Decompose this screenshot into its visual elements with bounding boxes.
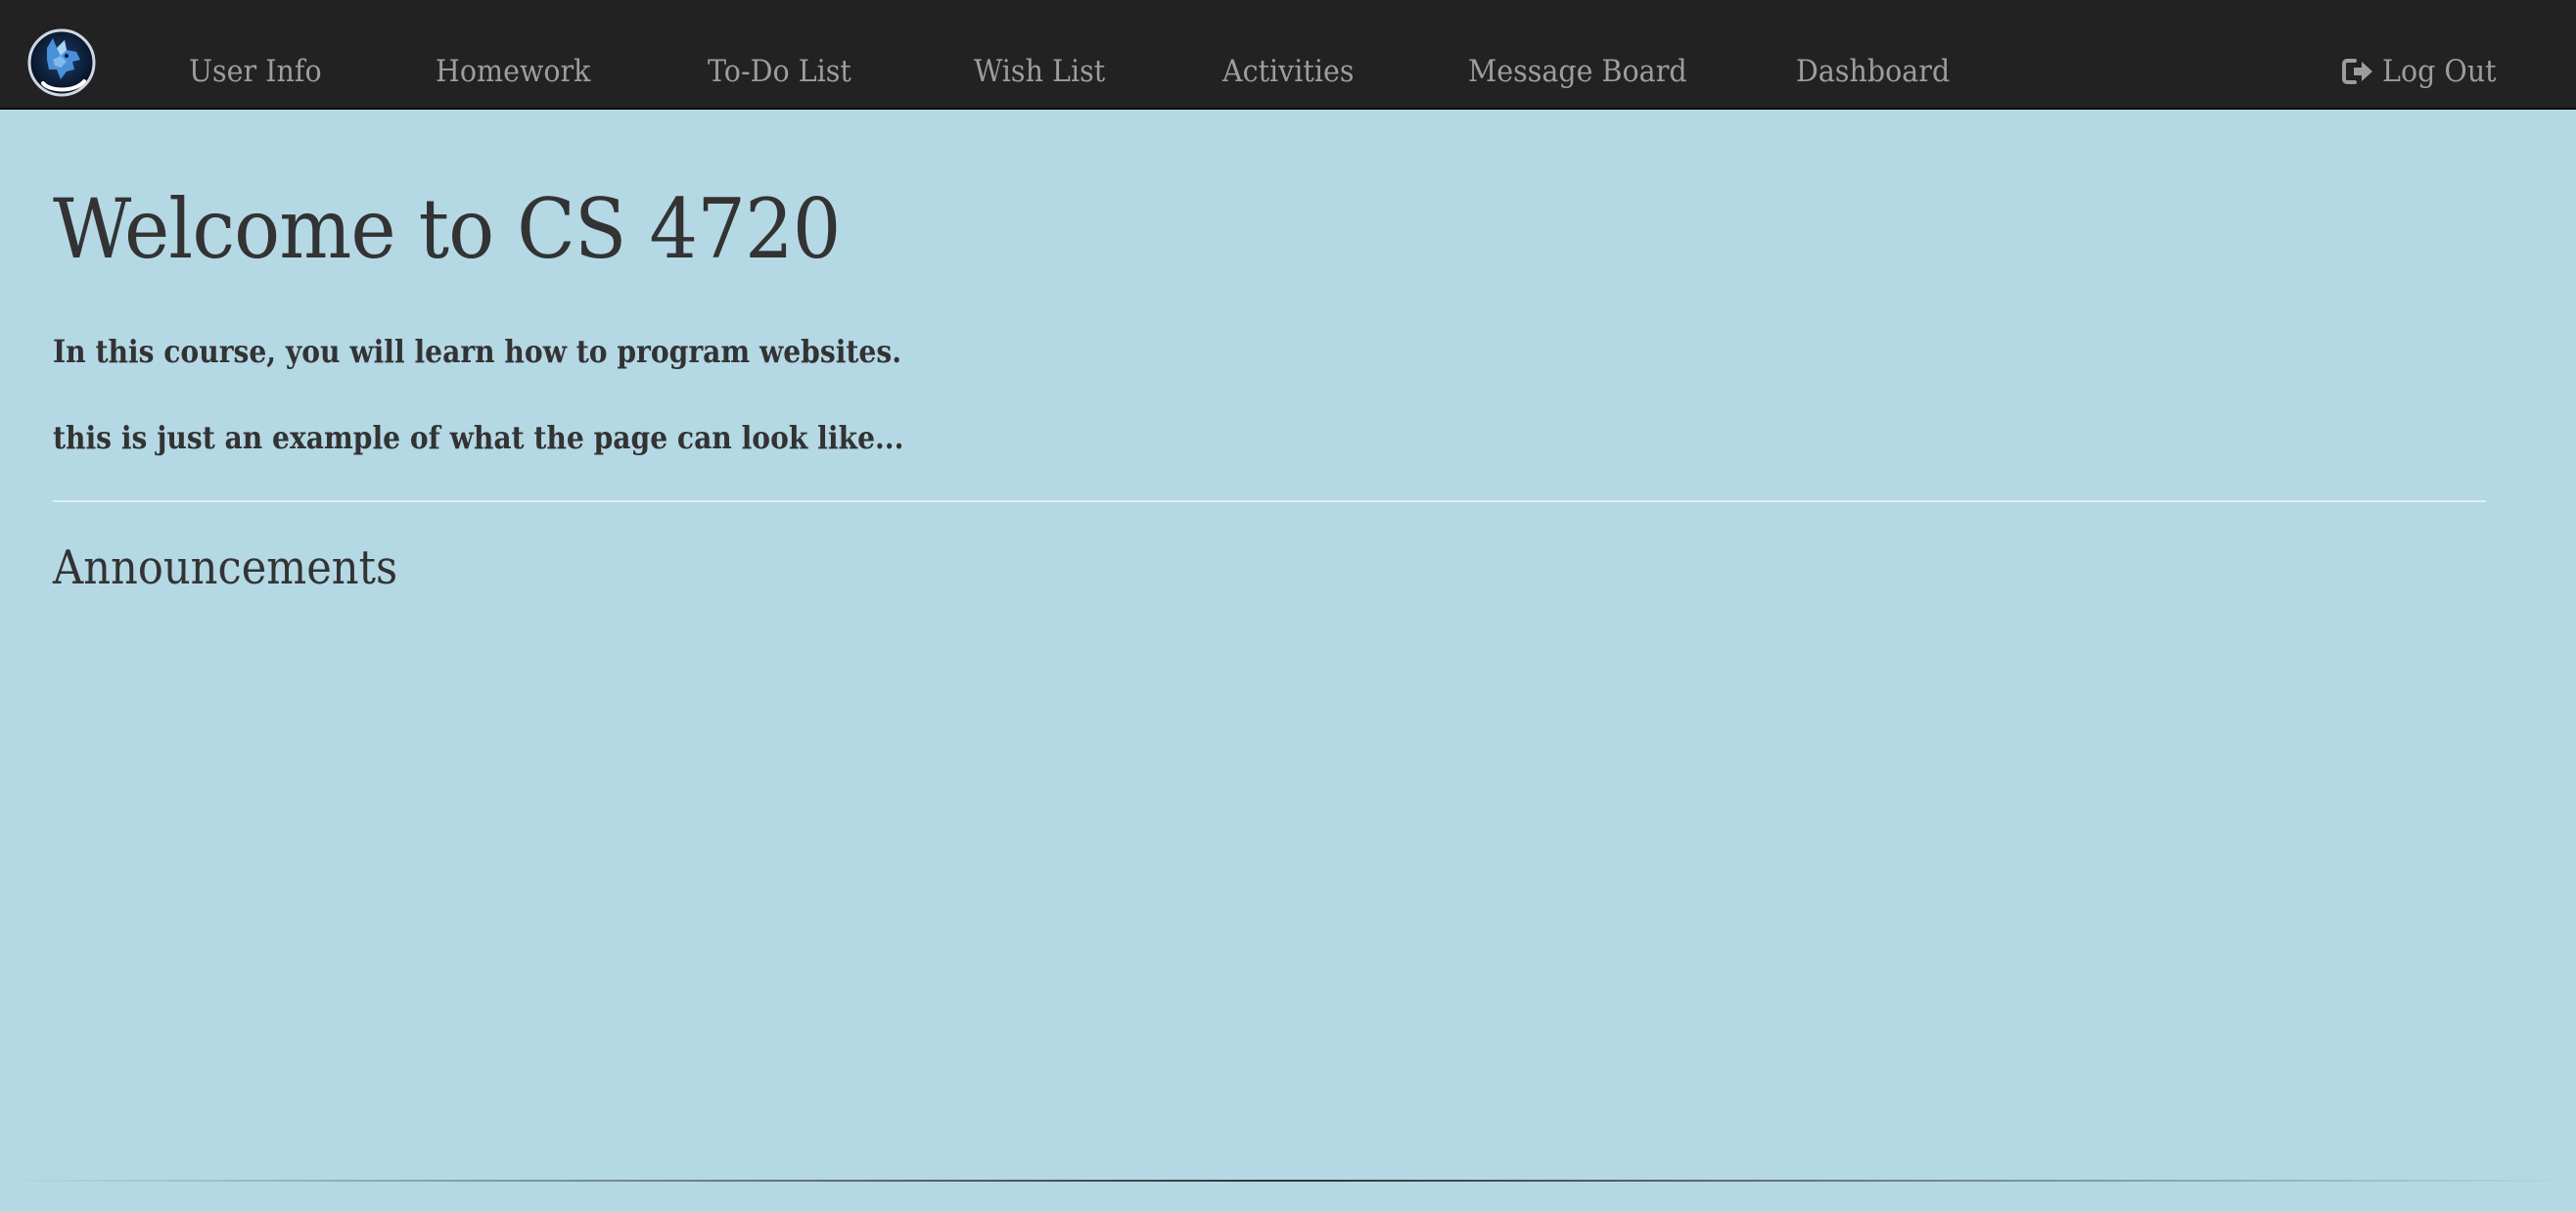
footer-divider — [0, 1180, 2576, 1182]
nav-item-message-board[interactable]: Message Board — [1468, 0, 1687, 110]
nav-item-wish-list[interactable]: Wish List — [974, 0, 1105, 110]
nav-item-activities[interactable]: Activities — [1222, 0, 1354, 110]
nav-item-dashboard[interactable]: Dashboard — [1796, 0, 1950, 110]
intro-text-example: this is just an example of what the page… — [53, 419, 904, 456]
top-navbar: User Info Homework To-Do List Wish List … — [0, 0, 2576, 110]
nav-item-todo-list[interactable]: To-Do List — [708, 0, 851, 110]
nav-item-homework[interactable]: Homework — [436, 0, 590, 110]
nav-item-user-info[interactable]: User Info — [189, 0, 322, 110]
logout-button[interactable]: Log Out — [2341, 0, 2507, 110]
sign-out-icon — [2341, 55, 2374, 88]
intro-text: In this course, you will learn how to pr… — [53, 333, 901, 370]
announcements-heading: Announcements — [53, 540, 398, 595]
nav-menu: User Info Homework To-Do List Wish List … — [0, 0, 2576, 110]
section-divider — [53, 500, 2486, 502]
logout-label: Log Out — [2382, 54, 2497, 89]
page-title: Welcome to CS 4720 — [53, 181, 841, 277]
